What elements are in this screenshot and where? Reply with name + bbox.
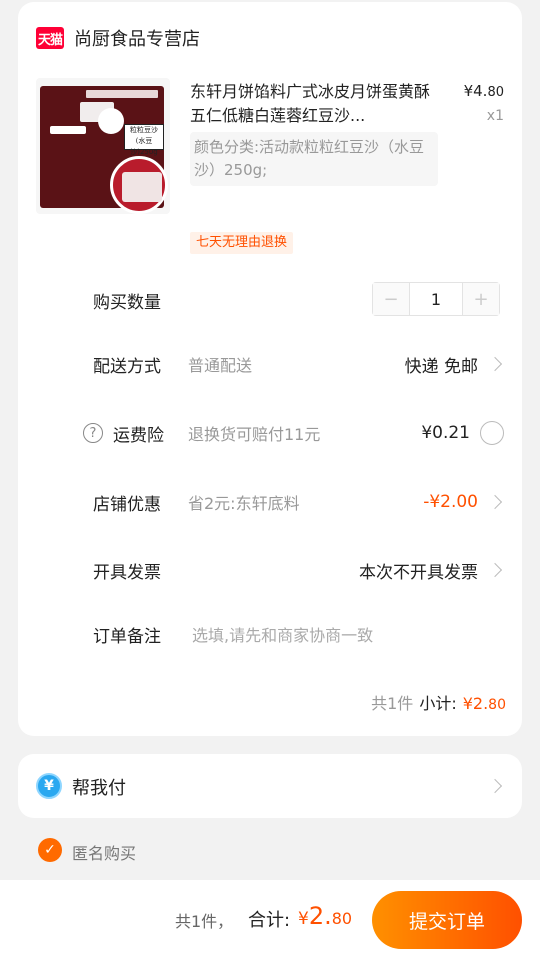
product-price: ¥4.80	[463, 82, 504, 100]
invoice-row[interactable]: 开具发票 本次不开具发票	[18, 550, 522, 590]
delivery-value: 快递 免邮	[404, 356, 478, 377]
subtotal-label: 小计:	[419, 694, 457, 713]
note-input[interactable]: 选填,请先和商家协商一致	[192, 622, 373, 646]
quantity-label: 购买数量	[93, 292, 161, 313]
delivery-row[interactable]: 配送方式 普通配送 快递 免邮	[18, 344, 522, 384]
note-label: 订单备注	[93, 626, 161, 647]
product-image[interactable]: 粒粒豆沙 (水豆沙)250g	[36, 78, 170, 214]
bunny-graphic	[98, 108, 124, 134]
subtotal-amount: ¥2.80	[462, 694, 506, 713]
decrement-button[interactable]: −	[373, 283, 409, 315]
product-title[interactable]: 东轩月饼馅料广式冰皮月饼蛋黄酥五仁低糖白莲蓉红豆沙...	[190, 80, 434, 128]
chevron-right-icon	[487, 494, 503, 510]
product-sku[interactable]: 颜色分类:活动款粒粒红豆沙（水豆沙）250g;	[190, 132, 438, 186]
subtotal: 共1件 小计: ¥2.80	[371, 690, 506, 714]
help-pay-label: 帮我付	[72, 778, 126, 799]
discount-label: 店铺优惠	[93, 494, 161, 515]
total-count: 共1件，	[175, 912, 234, 931]
bottom-bar: 共1件， 合计: ¥2. 80 提交订单	[0, 880, 540, 954]
help-pay-row[interactable]: ¥ 帮我付	[18, 754, 522, 818]
package-label: 粒粒豆沙 (水豆沙)250g	[124, 124, 164, 156]
total-amount: ¥2. 80	[298, 902, 353, 930]
subtotal-count: 共1件	[371, 694, 414, 713]
insurance-label: 运费险	[113, 425, 164, 446]
quantity-value[interactable]: 1	[409, 283, 463, 315]
delivery-method: 普通配送	[188, 356, 253, 375]
insurance-desc: 退换货可赔付11元	[188, 425, 321, 444]
submit-order-button[interactable]: 提交订单	[372, 891, 522, 949]
pay-icon: ¥	[36, 773, 62, 799]
chevron-right-icon	[487, 562, 503, 578]
invoice-value: 本次不开具发票	[359, 562, 478, 583]
store-header[interactable]: 天猫 尚厨食品专营店	[36, 24, 200, 52]
discount-value: -¥2.00	[423, 492, 478, 512]
insurance-radio[interactable]	[480, 421, 504, 445]
anonymous-checkbox[interactable]: ✓	[38, 838, 62, 862]
quantity-stepper[interactable]: − 1 +	[372, 282, 500, 316]
insurance-price: ¥0.21	[421, 423, 470, 443]
chevron-right-icon	[487, 778, 503, 794]
order-card: 天猫 尚厨食品专营店 粒粒豆沙 (水豆沙)250g 东轩月饼馅料广式冰皮月饼蛋黄…	[18, 2, 522, 736]
help-icon[interactable]: ?	[83, 423, 103, 443]
chevron-right-icon	[487, 356, 503, 372]
anonymous-label: 匿名购买	[72, 844, 137, 863]
product-quantity: x1	[486, 108, 504, 124]
discount-desc: 省2元:东轩底料	[188, 494, 300, 513]
tmall-logo-icon: 天猫	[36, 27, 64, 49]
note-row: 订单备注 选填,请先和商家协商一致	[18, 614, 522, 654]
increment-button[interactable]: +	[463, 283, 499, 315]
delivery-label: 配送方式	[93, 356, 161, 377]
invoice-label: 开具发票	[93, 562, 161, 583]
insurance-row: ? 运费险 退换货可赔付11元 ¥0.21	[18, 413, 522, 453]
store-name[interactable]: 尚厨食品专营店	[74, 25, 200, 51]
total-label: 合计:	[248, 910, 291, 931]
return-policy-badge: 七天无理由退换	[190, 232, 294, 254]
discount-row[interactable]: 店铺优惠 省2元:东轩底料 -¥2.00	[18, 482, 522, 522]
